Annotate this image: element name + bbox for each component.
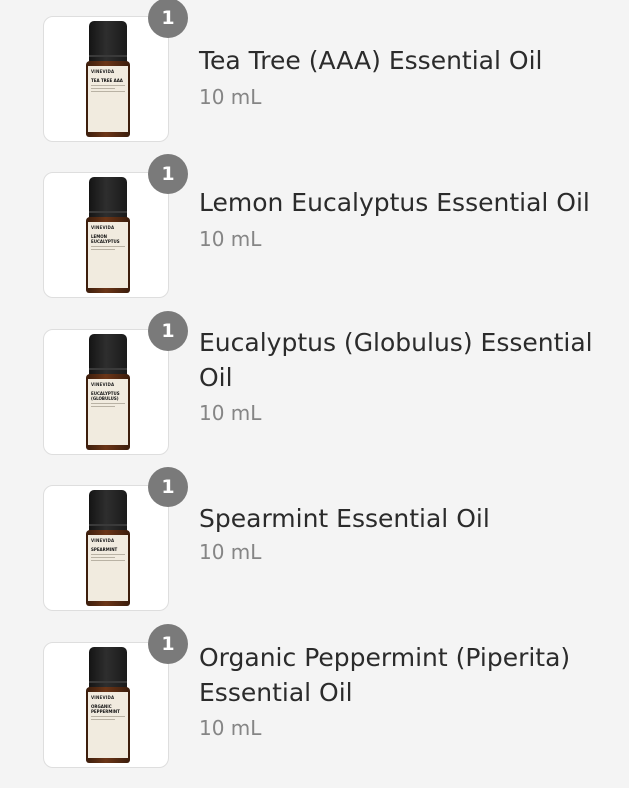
bottle-label-name: EUCALYPTUS (GLOBULUS) xyxy=(91,391,120,401)
bottle-label-brand: VINEVIDA xyxy=(91,695,115,700)
quantity-badge: 1 xyxy=(148,624,188,664)
bottle-label-brand: VINEVIDA xyxy=(91,538,115,543)
quantity-badge: 1 xyxy=(148,467,188,507)
bottle-cap xyxy=(89,647,127,689)
product-title: Tea Tree (AAA) Essential Oil xyxy=(199,46,543,75)
bottle-cap xyxy=(89,334,127,376)
quantity-badge: 1 xyxy=(148,311,188,351)
quantity-badge: 1 xyxy=(148,0,188,38)
bottle-label-name: TEA TREE AAA xyxy=(91,78,123,83)
cart-item[interactable]: VINEVIDA EUCALYPTUS (GLOBULUS) 1 Eucalyp… xyxy=(0,311,629,455)
bottle-label-name: ORGANIC PEPPERMINT xyxy=(91,704,120,714)
bottle-label-name: SPEARMINT xyxy=(91,547,118,552)
bottle-label-name: LEMON EUCALYPTUS xyxy=(91,234,120,244)
bottle-label: VINEVIDA EUCALYPTUS (GLOBULUS) xyxy=(88,379,128,445)
essential-oil-bottle-icon: VINEVIDA LEMON EUCALYPTUS xyxy=(86,177,130,293)
bottle-label-brand: VINEVIDA xyxy=(91,382,115,387)
label-line xyxy=(91,403,125,404)
label-line xyxy=(91,716,125,717)
label-line xyxy=(91,557,115,558)
label-line xyxy=(91,88,115,89)
product-title: Eucalyptus (Globulus) Essential Oil xyxy=(199,328,593,392)
product-size: 10 mL xyxy=(199,401,262,425)
bottle-label-brand: VINEVIDA xyxy=(91,225,115,230)
label-line xyxy=(91,91,125,92)
cart-item[interactable]: VINEVIDA ORGANIC PEPPERMINT 1 Organic Pe… xyxy=(0,624,629,768)
product-title: Spearmint Essential Oil xyxy=(199,504,490,533)
cart-item[interactable]: VINEVIDA SPEARMINT 1 Spearmint Essential… xyxy=(0,467,629,611)
product-thumbnail[interactable]: VINEVIDA ORGANIC PEPPERMINT xyxy=(43,642,169,768)
essential-oil-bottle-icon: VINEVIDA ORGANIC PEPPERMINT xyxy=(86,647,130,763)
bottle-label: VINEVIDA ORGANIC PEPPERMINT xyxy=(88,692,128,758)
label-line xyxy=(91,85,125,86)
bottle-label: VINEVIDA SPEARMINT xyxy=(88,535,128,601)
label-line xyxy=(91,560,125,561)
product-thumbnail[interactable]: VINEVIDA LEMON EUCALYPTUS xyxy=(43,172,169,298)
bottle-cap xyxy=(89,177,127,219)
bottle-cap xyxy=(89,490,127,532)
product-size: 10 mL xyxy=(199,716,262,740)
bottle-label: VINEVIDA LEMON EUCALYPTUS xyxy=(88,222,128,288)
label-line xyxy=(91,554,125,555)
product-size: 10 mL xyxy=(199,227,262,251)
quantity-badge: 1 xyxy=(148,154,188,194)
product-size: 10 mL xyxy=(199,540,262,564)
product-thumbnail[interactable]: VINEVIDA SPEARMINT xyxy=(43,485,169,611)
essential-oil-bottle-icon: VINEVIDA TEA TREE AAA xyxy=(86,21,130,137)
label-line xyxy=(91,249,115,250)
cart-item[interactable]: VINEVIDA TEA TREE AAA 1 Tea Tree (AAA) E… xyxy=(0,0,629,142)
essential-oil-bottle-icon: VINEVIDA EUCALYPTUS (GLOBULUS) xyxy=(86,334,130,450)
bottle-label-brand: VINEVIDA xyxy=(91,69,115,74)
bottle-label: VINEVIDA TEA TREE AAA xyxy=(88,66,128,132)
label-line xyxy=(91,719,115,720)
product-thumbnail[interactable]: VINEVIDA TEA TREE AAA xyxy=(43,16,169,142)
label-line xyxy=(91,246,125,247)
essential-oil-bottle-icon: VINEVIDA SPEARMINT xyxy=(86,490,130,606)
label-line xyxy=(91,406,115,407)
cart-item[interactable]: VINEVIDA LEMON EUCALYPTUS 1 Lemon Eucaly… xyxy=(0,154,629,298)
product-thumbnail[interactable]: VINEVIDA EUCALYPTUS (GLOBULUS) xyxy=(43,329,169,455)
product-title: Lemon Eucalyptus Essential Oil xyxy=(199,188,590,217)
bottle-cap xyxy=(89,21,127,63)
product-title: Organic Peppermint (Piperita) Essential … xyxy=(199,643,571,707)
product-size: 10 mL xyxy=(199,85,262,109)
